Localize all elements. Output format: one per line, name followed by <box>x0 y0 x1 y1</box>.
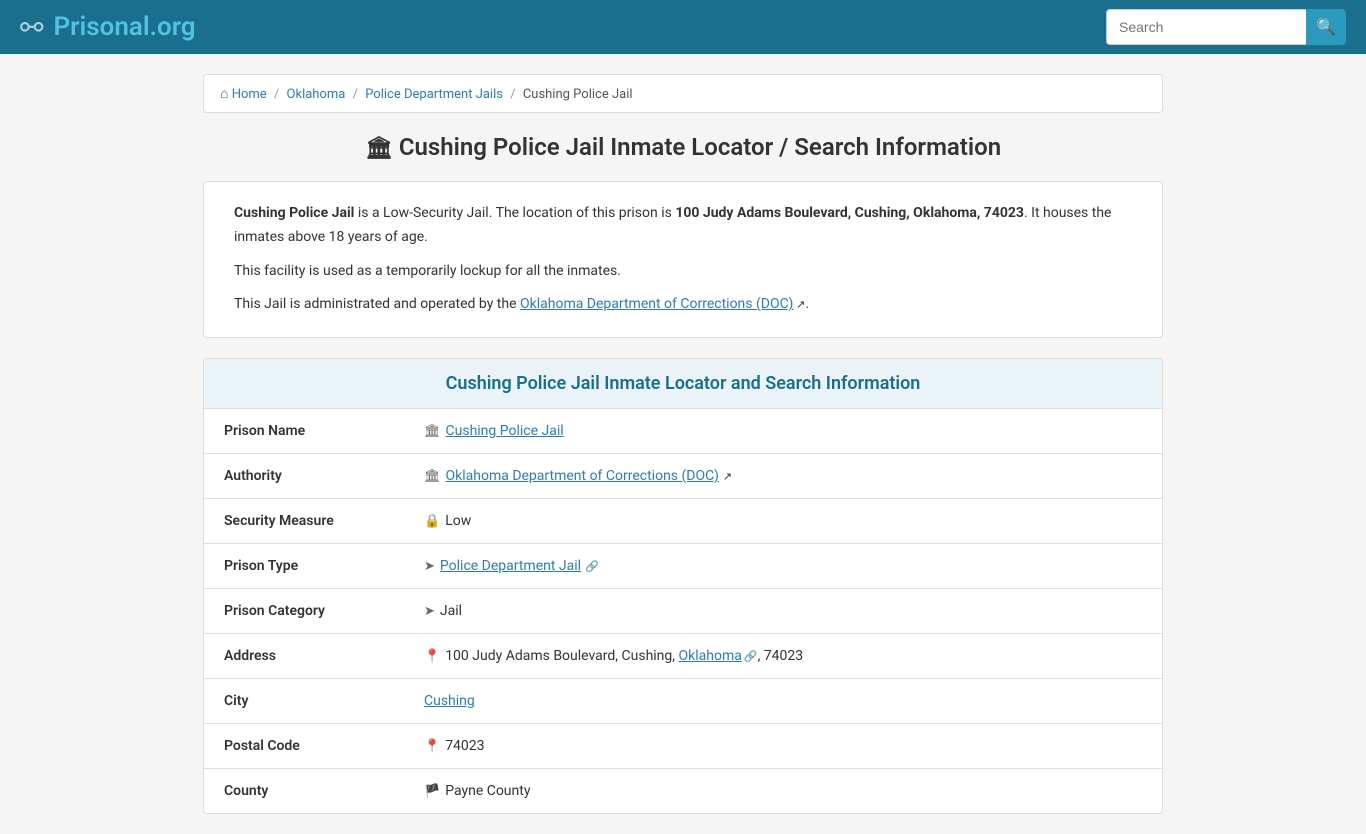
table-row: Security Measure 🔒 Low <box>204 499 1162 544</box>
prison-category-value: Jail <box>440 603 462 619</box>
county-value: Payne County <box>445 783 530 799</box>
address-icon: 📍 <box>424 649 440 664</box>
desc-p1-part2: is a Low-Security Jail. The location of … <box>354 205 675 221</box>
authority-link[interactable]: Oklahoma Department of Corrections (DOC) <box>446 468 719 484</box>
breadcrumb-current: Cushing Police Jail <box>523 87 633 102</box>
label-postal: Postal Code <box>204 724 404 769</box>
value-prison-name: 🏛 Cushing Police Jail <box>404 409 1162 454</box>
logo-text-main: Prisonal <box>53 12 149 42</box>
breadcrumb-sep3: / <box>510 87 515 102</box>
value-city: Cushing <box>404 679 1162 724</box>
page-title-area: 🏛Cushing Police Jail Inmate Locator / Se… <box>203 133 1163 161</box>
value-county: 🏴 Payne County <box>404 769 1162 814</box>
table-row: City Cushing <box>204 679 1162 724</box>
info-section-title: Cushing Police Jail Inmate Locator and S… <box>224 373 1142 394</box>
table-row: Postal Code 📍 74023 <box>204 724 1162 769</box>
table-row: Prison Type ➤ Police Department Jail 🔗 <box>204 544 1162 589</box>
label-authority: Authority <box>204 454 404 499</box>
description-paragraph-1: Cushing Police Jail is a Low-Security Ja… <box>234 202 1132 250</box>
search-icon: 🔍 <box>1316 17 1336 37</box>
breadcrumb-sep1: / <box>274 87 279 102</box>
value-authority: 🏛 Oklahoma Department of Corrections (DOC… <box>404 454 1162 499</box>
breadcrumb-home[interactable]: Home <box>232 87 267 102</box>
doc-link-desc[interactable]: Oklahoma Department of Corrections (DOC) <box>520 296 793 312</box>
label-security: Security Measure <box>204 499 404 544</box>
authority-icon: 🏛 <box>424 469 441 484</box>
info-section-header: Cushing Police Jail Inmate Locator and S… <box>204 359 1162 409</box>
prison-name-bold: Cushing Police Jail <box>234 205 354 221</box>
county-icon: 🏴 <box>424 784 440 799</box>
address-state-link[interactable]: Oklahoma <box>679 648 742 664</box>
authority-ext-icon: ↗ <box>723 470 732 483</box>
logo-icon: ⚯ <box>20 11 43 44</box>
city-link[interactable]: Cushing <box>424 693 475 709</box>
search-button[interactable]: 🔍 <box>1306 9 1346 45</box>
search-input[interactable] <box>1106 9 1306 45</box>
value-security: 🔒 Low <box>404 499 1162 544</box>
label-city: City <box>204 679 404 724</box>
postal-value: 74023 <box>445 738 484 754</box>
address-bold: 100 Judy Adams Boulevard, Cushing, Oklah… <box>675 205 1024 221</box>
table-row: Prison Name 🏛 Cushing Police Jail <box>204 409 1162 454</box>
security-icon: 🔒 <box>424 514 440 529</box>
value-postal: 📍 74023 <box>404 724 1162 769</box>
description-paragraph-3: This Jail is administrated and operated … <box>234 293 1132 317</box>
description-area: Cushing Police Jail is a Low-Security Ja… <box>203 181 1163 338</box>
prison-name-icon: 🏛 <box>424 424 441 439</box>
value-prison-category: ➤ Jail <box>404 589 1162 634</box>
address-zip: , 74023 <box>758 648 804 664</box>
info-section: Cushing Police Jail Inmate Locator and S… <box>203 358 1163 814</box>
logo-text: Prisonal.org <box>53 12 195 42</box>
prison-type-ext-icon: 🔗 <box>585 560 599 573</box>
breadcrumb-oklahoma[interactable]: Oklahoma <box>287 87 346 102</box>
prison-name-link[interactable]: Cushing Police Jail <box>446 423 564 439</box>
site-header: ⚯ Prisonal.org 🔍 <box>0 0 1366 54</box>
label-prison-category: Prison Category <box>204 589 404 634</box>
search-area: 🔍 <box>1106 9 1346 45</box>
label-prison-name: Prison Name <box>204 409 404 454</box>
ext-icon-desc: ↗ <box>793 298 805 311</box>
table-row: County 🏴 Payne County <box>204 769 1162 814</box>
label-county: County <box>204 769 404 814</box>
table-row: Address 📍 100 Judy Adams Boulevard, Cushi… <box>204 634 1162 679</box>
logo-area: ⚯ Prisonal.org <box>20 11 196 44</box>
info-table: Prison Name 🏛 Cushing Police Jail Authori… <box>204 409 1162 813</box>
breadcrumb-police-dept[interactable]: Police Department Jails <box>365 87 503 102</box>
value-address: 📍 100 Judy Adams Boulevard, Cushing, Okla… <box>404 634 1162 679</box>
prison-type-icon: ➤ <box>424 559 435 574</box>
desc-p3-part2: . <box>805 296 809 312</box>
description-paragraph-2: This facility is used as a temporarily l… <box>234 260 1132 284</box>
table-row: Prison Category ➤ Jail <box>204 589 1162 634</box>
value-prison-type: ➤ Police Department Jail 🔗 <box>404 544 1162 589</box>
home-icon: ⌂ <box>220 86 228 102</box>
main-container: ⌂ Home / Oklahoma / Police Department Ja… <box>183 74 1183 814</box>
table-row: Authority 🏛 Oklahoma Department of Correc… <box>204 454 1162 499</box>
logo-text-accent: .org <box>150 12 196 42</box>
label-address: Address <box>204 634 404 679</box>
prison-category-icon: ➤ <box>424 604 435 619</box>
postal-icon: 📍 <box>424 739 440 754</box>
page-title: 🏛Cushing Police Jail Inmate Locator / Se… <box>203 133 1163 161</box>
prison-type-link[interactable]: Police Department Jail <box>440 558 581 574</box>
address-text1: 100 Judy Adams Boulevard, Cushing, <box>445 648 678 664</box>
breadcrumb: ⌂ Home / Oklahoma / Police Department Ja… <box>203 74 1163 113</box>
label-prison-type: Prison Type <box>204 544 404 589</box>
breadcrumb-sep2: / <box>353 87 358 102</box>
desc-p3-part1: This Jail is administrated and operated … <box>234 296 520 312</box>
address-ext-icon: 🔗 <box>744 650 758 663</box>
security-value: Low <box>445 513 471 529</box>
info-table-body: Prison Name 🏛 Cushing Police Jail Authori… <box>204 409 1162 813</box>
title-icon: 🏛 <box>365 136 393 161</box>
